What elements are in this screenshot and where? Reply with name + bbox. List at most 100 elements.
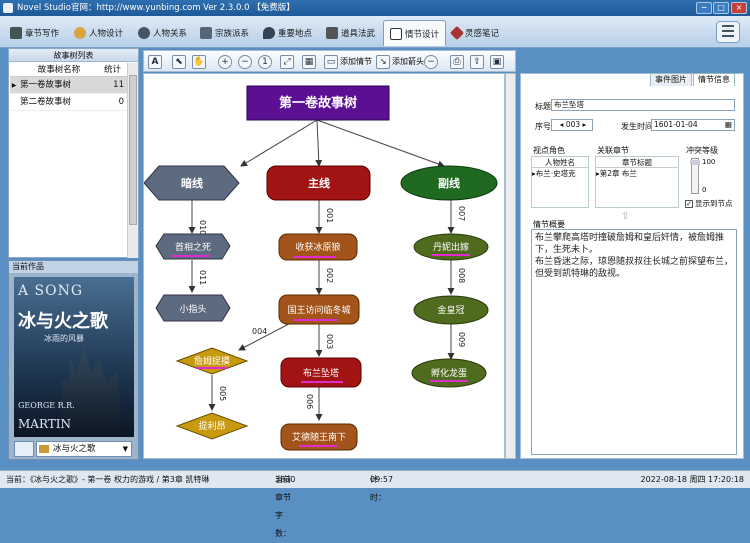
fit-icon: ⤢ — [280, 54, 294, 69]
close-button[interactable]: × — [731, 2, 747, 14]
table-row[interactable]: 第二卷故事树 0 — [10, 94, 127, 111]
plot-progress-bar — [196, 367, 228, 369]
nav-character-relations[interactable]: 人物关系 — [138, 20, 187, 46]
list-item[interactable]: ▸布兰·史塔克 — [532, 168, 588, 179]
minimize-button[interactable]: − — [696, 2, 712, 14]
zoom-in-icon: + — [218, 54, 232, 69]
vertical-scrollbar[interactable] — [127, 63, 138, 258]
resize-arrow-icon[interactable]: ⇧ — [621, 212, 631, 222]
branch-label-main: 主线 — [308, 176, 330, 190]
show-on-node-checkbox[interactable]: ✓ 显示到节点 — [685, 198, 733, 209]
edge-label: 007 — [457, 206, 466, 221]
nav-locations[interactable]: 重要地点 — [263, 20, 312, 46]
chapter-list[interactable]: 章节标题 ▸第2章 布兰 — [595, 156, 679, 208]
remove-icon: − — [424, 54, 438, 69]
status-datetime: 2022-08-18 周四 17:20:18 — [640, 475, 744, 484]
tab-plot-info[interactable]: 情节信息 — [693, 73, 735, 86]
nav-plot-design[interactable]: 情节设计 — [383, 20, 447, 46]
plot-progress-bar — [301, 381, 343, 383]
map-pin-icon — [263, 27, 275, 39]
scroll-thumb[interactable] — [129, 75, 137, 225]
title-field[interactable]: 布兰坠塔 — [551, 99, 735, 111]
chapter-group-label: 关联章节 — [597, 146, 629, 155]
nav-chapter-writing[interactable]: 章节写作 — [10, 20, 59, 46]
plot-node-label: 孵化龙蛋 — [431, 367, 467, 379]
root-node-label: 第一卷故事树 — [279, 95, 357, 111]
plot-node-label: 詹姆捉摸 — [194, 355, 230, 367]
edge-label: 011 — [198, 270, 207, 285]
print-icon: ⎙ — [450, 54, 464, 69]
nav-clans[interactable]: 宗族派系 — [200, 20, 249, 46]
plot-node-label: 布兰坠塔 — [303, 367, 339, 379]
diagram-toolbar: A ⬉ ✋ + − 1 ⤢ ▦ ▭ 添加情节 ↘ 添加箭头 − ⎙ ⇪ ▣ — [143, 50, 516, 72]
arrow-icon: ↘ — [376, 54, 390, 69]
current-work-label: 当前作品 — [9, 261, 138, 273]
branch-label-side: 副线 — [438, 176, 460, 190]
book-cover: A SONG 冰与火之歌 冰雨的风暴 GEORGE R.R. MARTIN — [14, 277, 134, 437]
zoom-reset-button[interactable]: 1 — [258, 53, 272, 70]
grid-icon: ▦ — [302, 54, 316, 69]
story-tree-diagram: 010 011 001 002 003 004 005 006 007 008 … — [144, 85, 498, 451]
add-arrow-button[interactable]: ↘ 添加箭头 — [376, 53, 424, 70]
pov-list[interactable]: 人物姓名 ▸布兰·史塔克 — [531, 156, 589, 208]
maximize-button[interactable]: □ — [713, 2, 729, 14]
people-icon — [138, 27, 150, 39]
export-button[interactable]: ⇪ — [470, 53, 484, 70]
plot-progress-bar — [432, 254, 470, 256]
zoom-out-icon: − — [238, 54, 252, 69]
table-row[interactable]: ▶ 第一卷故事树 11 — [10, 77, 127, 94]
summary-textarea[interactable]: 布兰攀爬高塔时撞破詹姆和皇后奸情，被詹姆推下，生死未卜。 布兰昏迷之际，琼恩随叔… — [531, 229, 737, 455]
add-plot-button[interactable]: ▭ 添加情节 — [324, 53, 372, 70]
status-bar: 当前：《冰与火之歌》- 第一卷 权力的游戏 / 第3章 凯特琳 当前章节字数： 3… — [0, 470, 750, 538]
nav-items[interactable]: 道具法武 — [326, 20, 375, 46]
book-icon — [39, 445, 49, 453]
seq-stepper[interactable]: ◂ 003 ▸ — [551, 119, 593, 131]
person-icon — [74, 27, 86, 39]
checkbox-checked-icon: ✓ — [685, 199, 693, 208]
conflict-min: 0 — [702, 186, 707, 194]
nav-inspiration-notes[interactable]: 灵感笔记 — [449, 20, 499, 46]
text-tool-button[interactable]: A — [148, 53, 162, 70]
slider-handle[interactable] — [690, 160, 700, 165]
window-title: Novel Studio官网：http://www.yunbing.com Ve… — [17, 3, 295, 13]
edge-label: 004 — [252, 327, 267, 336]
sword-icon — [326, 27, 338, 39]
edge-label: 006 — [305, 394, 314, 409]
menu-button[interactable] — [716, 21, 740, 43]
image-button[interactable]: ▣ — [490, 53, 504, 70]
row-pointer-icon: ▶ — [11, 82, 17, 89]
time-field[interactable]: 1601-01-04 ▦ — [651, 119, 735, 131]
title-bar: Novel Studio官网：http://www.yunbing.com Ve… — [0, 0, 750, 16]
panel-title: 故事树列表 — [9, 49, 138, 62]
add-node-icon: ▭ — [324, 54, 338, 69]
zoom-out-button[interactable]: − — [238, 53, 252, 70]
plot-node-label: 提利昂 — [198, 420, 225, 432]
plot-node-label: 小指头 — [179, 303, 206, 315]
zoom-reset-icon: 1 — [258, 54, 272, 69]
pan-tool-button[interactable]: ✋ — [192, 53, 206, 70]
branch-label-dark: 暗线 — [181, 176, 203, 190]
book-dropdown[interactable]: 冰与火之歌 ▼ — [36, 441, 132, 457]
document-icon — [10, 27, 22, 39]
fit-view-button[interactable]: ⤢ — [280, 53, 294, 70]
conflict-slider[interactable] — [690, 158, 700, 194]
print-button[interactable]: ⎙ — [450, 53, 464, 70]
plot-node-label: 国王访问临冬城 — [287, 304, 350, 316]
list-item[interactable]: ▸第2章 布兰 — [596, 168, 678, 179]
export-icon: ⇪ — [470, 54, 484, 69]
grid-button[interactable]: ▦ — [302, 53, 316, 70]
conflict-group-label: 冲突等级 — [686, 146, 718, 155]
edge-label: 002 — [325, 268, 334, 283]
zoom-in-button[interactable]: + — [218, 53, 232, 70]
layers-icon[interactable] — [14, 441, 34, 457]
delete-button[interactable]: − — [424, 53, 438, 70]
nav-character-design[interactable]: 人物设计 — [74, 20, 123, 46]
plot-progress-bar — [430, 380, 468, 382]
group-icon — [200, 27, 212, 39]
story-tree-canvas[interactable]: 010 011 001 002 003 004 005 006 007 008 … — [143, 73, 505, 459]
table-header: 故事树名称 统计 — [10, 63, 127, 77]
tab-event-image[interactable]: 事件图片 — [650, 73, 692, 86]
canvas-scrollbar[interactable] — [505, 73, 516, 459]
edge-label: 003 — [325, 334, 334, 349]
select-tool-button[interactable]: ⬉ — [172, 53, 186, 70]
